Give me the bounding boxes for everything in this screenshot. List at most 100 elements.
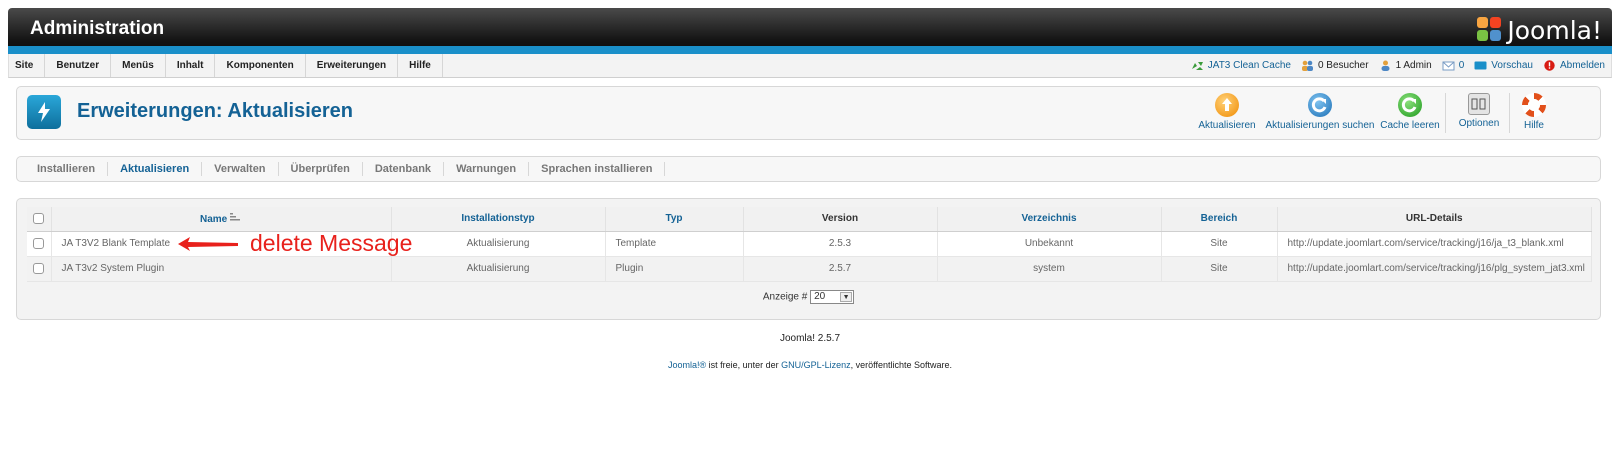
annotation: delete Message (176, 230, 412, 257)
tab-update[interactable]: Aktualisieren (108, 162, 203, 176)
toolbar-separator (1445, 93, 1446, 133)
menu-users[interactable]: Benutzer (45, 54, 112, 77)
row-type: Plugin (605, 256, 744, 282)
row-folder: Unbekannt (937, 231, 1162, 257)
license-text-1: ist freie, unter der (706, 360, 782, 370)
menu-components[interactable]: Komponenten (215, 54, 306, 77)
menu-site[interactable]: Site (9, 54, 46, 77)
preview-label: Vorschau (1491, 60, 1533, 71)
submenu-tabs: Installieren Aktualisieren Verwalten Übe… (16, 156, 1601, 182)
row-select-cell (27, 256, 52, 282)
url-column-header: URL-Details (1277, 207, 1592, 232)
limit-select[interactable]: 20 ▼ (810, 290, 855, 304)
page-title: Erweiterungen: Aktualisieren (77, 100, 353, 122)
logout-label: Abmelden (1559, 60, 1605, 71)
table-row: JA T3v2 System Plugin Aktualisierung Plu… (27, 256, 1592, 282)
options-label: Optionen (1458, 118, 1500, 129)
clean-cache-link[interactable]: JAT3 Clean Cache (1191, 60, 1291, 71)
select-all-checkbox[interactable] (33, 213, 45, 225)
menu-help[interactable]: Hilfe (398, 54, 443, 77)
monitor-icon (1474, 61, 1487, 70)
messages-link[interactable]: 0 (1442, 60, 1465, 71)
joomla-logo[interactable]: Joomla! (1477, 14, 1602, 46)
joomla-mark-icon (1477, 17, 1503, 43)
menu-menus[interactable]: Menüs (111, 54, 166, 77)
visitors-status: 0 Besucher (1301, 60, 1369, 71)
limit-label: Anzeige # (762, 291, 808, 303)
row-url: http://update.joomlart.com/service/track… (1277, 231, 1592, 257)
update-label: Aktualisieren (1198, 120, 1256, 131)
footer-version: Joomla! 2.5.7 (779, 333, 841, 344)
table-header-row: Name Installationstyp Typ Version Verzei… (27, 207, 1592, 232)
app-title: Administration (30, 18, 165, 39)
type-column-header[interactable]: Typ (605, 207, 744, 232)
admins-status: 1 Admin (1379, 60, 1432, 71)
user-icon (1381, 60, 1390, 71)
chevron-down-icon: ▼ (840, 292, 853, 302)
messages-count: 0 (1458, 60, 1465, 71)
options-icon (1468, 93, 1490, 115)
row-install-type: Aktualisierung (391, 231, 606, 257)
sort-icon (230, 212, 241, 221)
menu-content[interactable]: Inhalt (166, 54, 216, 77)
arrow-left-icon (178, 236, 238, 251)
logo-text: Joomla! (1507, 15, 1602, 45)
row-url: http://update.joomlart.com/service/track… (1277, 256, 1592, 282)
help-label: Hilfe (1523, 120, 1544, 131)
row-checkbox[interactable] (33, 238, 45, 249)
row-client: Site (1161, 256, 1278, 282)
update-button[interactable]: Aktualisieren (1197, 93, 1257, 131)
tab-warnings[interactable]: Warnungen (444, 162, 530, 176)
row-version: 2.5.7 (743, 256, 938, 282)
row-checkbox[interactable] (33, 263, 45, 274)
clear-cache-label: Cache leeren (1380, 120, 1440, 131)
options-button[interactable]: Optionen (1455, 93, 1503, 129)
name-header-label: Name (199, 213, 228, 225)
toolbar-separator (1509, 93, 1510, 133)
folder-column-header[interactable]: Verzeichnis (937, 207, 1162, 232)
logout-link[interactable]: Abmelden (1543, 60, 1605, 71)
users-icon (1301, 60, 1313, 71)
header-strip (8, 46, 1612, 54)
row-select-cell (27, 231, 52, 257)
pagination-bar: Anzeige # 20 ▼ (17, 290, 1600, 304)
client-column-header[interactable]: Bereich (1161, 207, 1278, 232)
main-menu: Site Benutzer Menüs Inhalt Komponenten E… (9, 54, 443, 77)
preview-link[interactable]: Vorschau (1474, 60, 1533, 71)
logout-icon (1544, 60, 1555, 71)
updates-table-box: Name Installationstyp Typ Version Verzei… (16, 198, 1601, 320)
row-version: 2.5.3 (743, 231, 938, 257)
row-type: Template (605, 231, 744, 257)
install-type-column-header[interactable]: Installationstyp (391, 207, 606, 232)
help-button[interactable]: Hilfe (1517, 93, 1551, 131)
mail-icon (1442, 61, 1455, 71)
version-column-header: Version (743, 207, 938, 232)
visitors-label: 0 Besucher (1317, 60, 1369, 71)
tab-install-languages[interactable]: Sprachen installieren (529, 162, 666, 176)
admins-label: 1 Admin (1395, 60, 1432, 71)
row-folder: system (937, 256, 1162, 282)
toolbar-box: Erweiterungen: Aktualisieren Aktualisier… (16, 86, 1601, 140)
clean-cache-label: JAT3 Clean Cache (1207, 60, 1291, 71)
select-all-cell (27, 207, 52, 232)
tab-install[interactable]: Installieren (25, 162, 109, 176)
annotation-text: delete Message (250, 230, 413, 256)
row-install-type: Aktualisierung (391, 256, 606, 282)
find-updates-button[interactable]: Aktualisierungen suchen (1265, 93, 1375, 131)
extensions-update-icon (27, 95, 61, 129)
license-text-2: , veröffentlichte Software. (850, 360, 953, 370)
status-bar: JAT3 Clean Cache 0 Besucher 1 Admin 0 Vo… (1191, 54, 1605, 77)
clear-cache-icon (1398, 93, 1422, 117)
gpl-license-link[interactable]: GNU/GPL-Lizenz (781, 360, 851, 370)
tab-database[interactable]: Datenbank (363, 162, 445, 176)
limit-value: 20 (814, 291, 826, 302)
find-updates-label: Aktualisierungen suchen (1265, 120, 1375, 131)
tab-manage[interactable]: Verwalten (202, 162, 279, 176)
tab-discover[interactable]: Überprüfen (279, 162, 363, 176)
joomla-link[interactable]: Joomla!® (668, 360, 706, 370)
main-menubar: Site Benutzer Menüs Inhalt Komponenten E… (8, 54, 1612, 78)
menu-extensions[interactable]: Erweiterungen (306, 54, 399, 77)
footer-license: Joomla!® ist freie, unter der GNU/GPL-Li… (0, 360, 1620, 370)
name-column-header[interactable]: Name (51, 207, 392, 232)
clear-cache-button[interactable]: Cache leeren (1379, 93, 1441, 131)
